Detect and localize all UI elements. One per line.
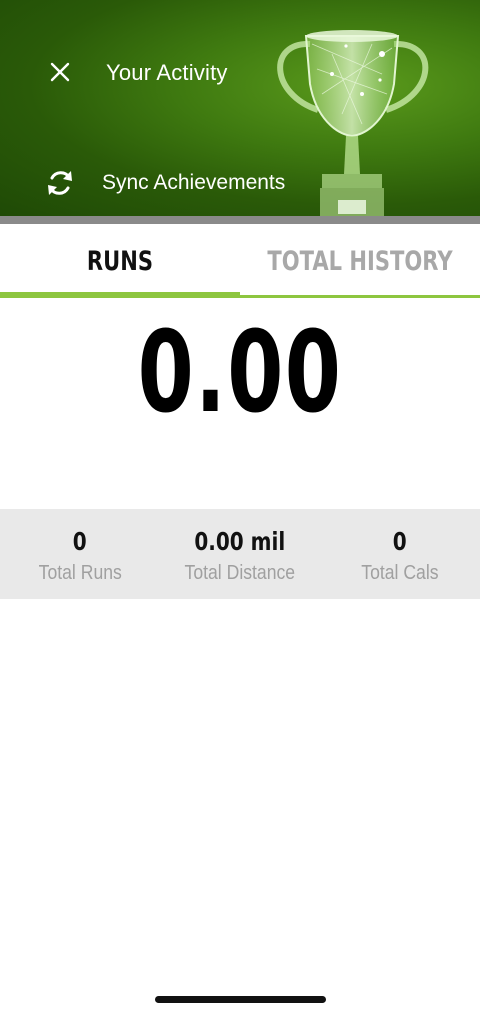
tab-total-history[interactable]: TOTAL HISTORY	[266, 224, 453, 298]
stats-strip: 0 Total Runs 0.00 mil Total Distance 0 T…	[0, 509, 480, 599]
stat-value: 0.00 mil	[194, 527, 286, 556]
total-distance-value: 0.00	[137, 308, 343, 438]
tab-active-indicator	[0, 292, 240, 298]
stat-value: 0	[73, 527, 87, 556]
stat-total-runs: 0 Total Runs	[0, 509, 160, 599]
banner-divider	[0, 216, 480, 224]
sync-icon	[48, 171, 72, 195]
stat-label: Total Runs	[38, 562, 122, 584]
stat-label: Total Distance	[184, 562, 296, 584]
trophy-icon	[277, 30, 429, 216]
home-indicator[interactable]	[155, 996, 326, 1003]
tab-bar: RUNS TOTAL HISTORY	[0, 224, 480, 298]
tab-runs[interactable]: RUNS	[26, 224, 213, 298]
close-button[interactable]	[44, 56, 76, 88]
page-title: Your Activity	[106, 60, 228, 85]
stat-total-cals: 0 Total Cals	[320, 509, 480, 599]
header-banner: Your Activity Sync Achievements	[0, 0, 480, 216]
sync-button[interactable]	[42, 165, 78, 201]
sync-achievements-link[interactable]: Sync Achievements	[102, 171, 285, 195]
stat-label: Total Cals	[361, 562, 439, 584]
stat-value: 0	[393, 527, 407, 556]
stat-total-distance: 0.00 mil Total Distance	[160, 509, 320, 599]
activity-screen: Your Activity Sync Achievements RUNS TOT…	[0, 0, 480, 1017]
close-icon	[50, 62, 70, 82]
